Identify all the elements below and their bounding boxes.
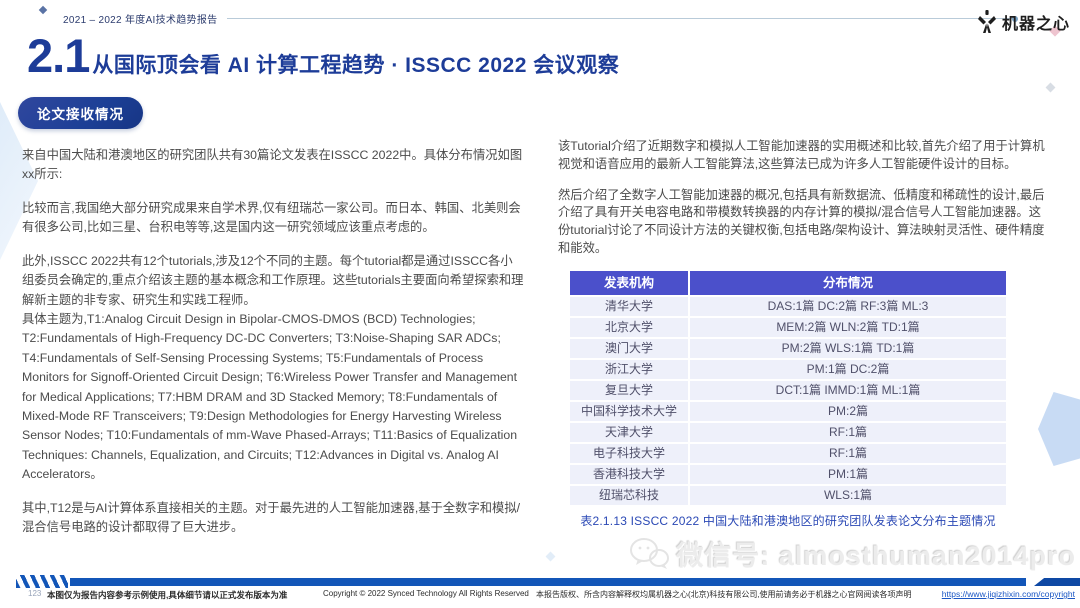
header-rule [227,18,1013,19]
cell-institution: 浙江大学 [570,359,690,379]
cell-institution: 电子科技大学 [570,443,690,463]
copyright-link[interactable]: https://www.jiqizhixin.com/copyright [942,589,1075,599]
table-row: 电子科技大学 RF:1篇 [570,443,1006,463]
table-header-institution: 发表机构 [570,270,690,295]
table-caption: 表2.1.13 ISSCC 2022 中国大陆和港澳地区的研究团队发表论文分布主… [580,513,996,528]
report-title-label: 2021 – 2022 年度AI技术趋势报告 [63,15,218,26]
table-row: 天津大学 RF:1篇 [570,422,1006,442]
cell-institution: 北京大学 [570,317,690,337]
gray-diamond-decoration [1045,82,1056,93]
synced-logo: 机器之心 [977,9,1070,35]
table-row: 复旦大学 DCT:1篇 IMMD:1篇 ML:1篇 [570,380,1006,400]
cell-institution: 香港科技大学 [570,464,690,484]
right-text-column: 该Tutorial介绍了近期数字和模拟人工智能加速器的实用概述和比较,首先介绍了… [558,138,1048,530]
paragraph: 具体主题为,T1:Analog Circuit Design in Bipola… [22,311,518,482]
cell-distribution: DCT:1篇 IMMD:1篇 ML:1篇 [690,380,1006,400]
table-row: 清华大学 DAS:1篇 DC:2篇 RF:3篇 ML:3 [570,296,1006,316]
footer: 123 本图仅为报告内容参考示例使用,具体细节请以正式发布版本为准 Copyri… [0,589,1080,603]
cell-distribution: PM:2篇 WLS:1篇 TD:1篇 [690,338,1006,358]
table-row: 香港科技大学 PM:1篇 [570,464,1006,484]
cell-institution: 复旦大学 [570,380,690,400]
wechat-watermark: 微信号: almosthuman2014pro [628,534,1076,573]
table-row: 北京大学 MEM:2篇 WLN:2篇 TD:1篇 [570,317,1006,337]
cell-institution: 中国科学技术大学 [570,401,690,421]
blue-diamond-decoration [545,551,556,562]
footer-bar [70,578,1026,586]
cell-distribution: MEM:2篇 WLN:2篇 TD:1篇 [690,317,1006,337]
publication-distribution-table: 发表机构 分布情况 清华大学 DAS:1篇 DC:2篇 RF:3篇 ML:3 北… [570,270,1006,505]
left-text-column: 来自中国大陆和港澳地区的研究团队共有30篇论文发表在ISSCC 2022中。具体… [22,146,524,552]
cell-institution: 清华大学 [570,296,690,316]
synced-logo-text: 机器之心 [1001,16,1070,33]
cell-distribution: RF:1篇 [690,443,1006,463]
cell-distribution: PM:1篇 DC:2篇 [690,359,1006,379]
cell-institution: 澳门大学 [570,338,690,358]
paragraph: 该Tutorial介绍了近期数字和模拟人工智能加速器的实用概述和比较,首先介绍了… [558,139,1045,171]
footer-hatch-decoration [16,575,68,588]
footer-copyright: Copyright © 2022 Synced Technology All R… [323,589,529,598]
table-row: 纽瑞芯科技 WLS:1篇 [570,485,1006,505]
footer-disclaimer: 本图仅为报告内容参考示例使用,具体细节请以正式发布版本为准 [47,590,288,600]
table-row: 中国科学技术大学 PM:2篇 [570,401,1006,421]
cell-institution: 纽瑞芯科技 [570,485,690,505]
section-title-row: 2.1 从国际顶会看 AI 计算工程趋势 · ISSCC 2022 会议观察 [27,28,619,83]
page-number: 123 [28,589,42,598]
page-title: 从国际顶会看 AI 计算工程趋势 · ISSCC 2022 会议观察 [92,54,620,77]
table-row: 澳门大学 PM:2篇 WLS:1篇 TD:1篇 [570,338,1006,358]
table-header-distribution: 分布情况 [822,275,873,290]
table-header-row: 发表机构 分布情况 [570,270,1006,295]
paragraph: 来自中国大陆和港澳地区的研究团队共有30篇论文发表在ISSCC 2022中。具体… [22,148,523,182]
wechat-icon [630,537,670,569]
synced-logo-icon [977,10,996,33]
paper-acceptance-badge: 论文接收情况 [18,97,143,129]
footer-rights: 本报告版权、所含内容解释权均属机器之心(北京)科技有限公司,使用前请务必于机器之… [536,590,912,599]
table-row: 浙江大学 PM:1篇 DC:2篇 [570,359,1006,379]
navy-diamond-decoration [38,5,48,15]
wechat-watermark-text: 微信号: almosthuman2014pro [676,541,1076,571]
paragraph: 然后介绍了全数字人工智能加速器的概况,包括具有新数据流、低精度和稀疏性的设计,最… [558,187,1045,256]
footer-bar-end [1034,578,1080,586]
paragraph: 其中,T12是与AI计算体系直接相关的主题。对于最先进的人工智能加速器,基于全数… [22,500,521,535]
paragraph: 此外,ISSCC 2022共有12个tutorials,涉及12个不同的主题。每… [22,253,524,307]
cell-distribution: RF:1篇 [690,422,1006,442]
cell-institution: 天津大学 [570,422,690,442]
cell-distribution: WLS:1篇 [690,485,1006,505]
section-number: 2.1 [27,29,90,82]
report-header-line: 2021 – 2022 年度AI技术趋势报告 [63,11,1018,26]
cell-distribution: PM:1篇 [690,464,1006,484]
cell-distribution: DAS:1篇 DC:2篇 RF:3篇 ML:3 [690,296,1006,316]
paragraph: 比较而言,我国绝大部分研究成果来自学术界,仅有纽瑞芯一家公司。而日本、韩国、北美… [22,200,521,235]
cell-distribution: PM:2篇 [690,401,1006,421]
